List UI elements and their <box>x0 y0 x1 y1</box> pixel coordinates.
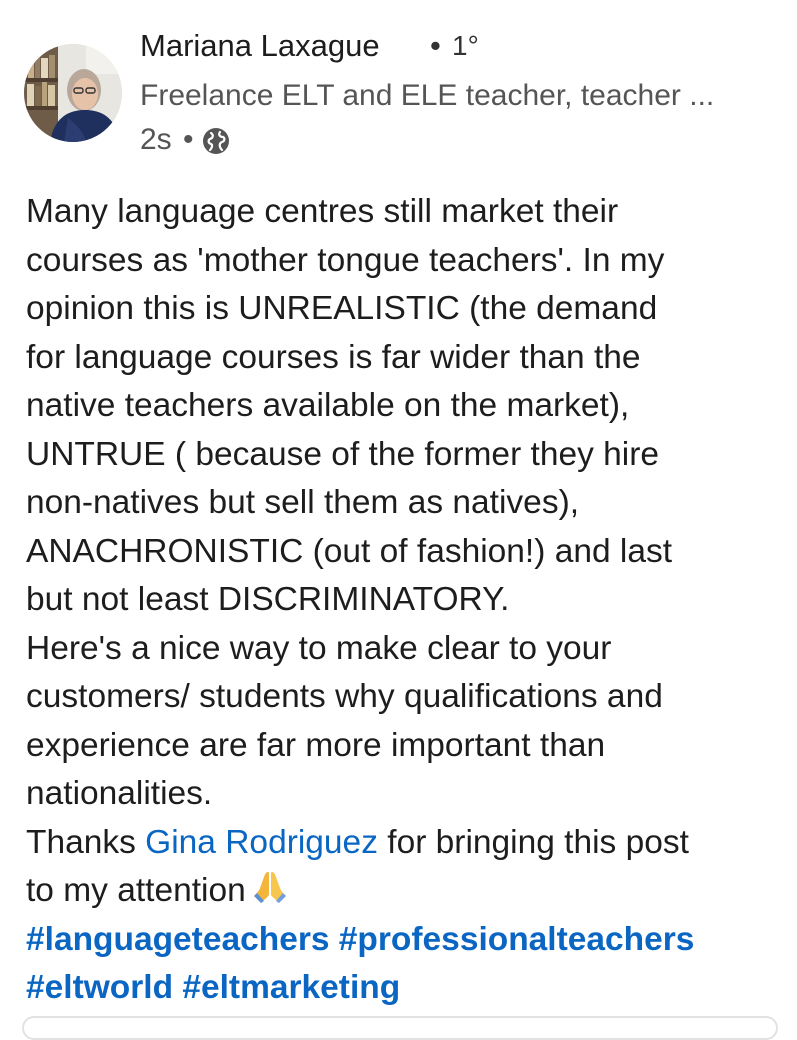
avatar-photo <box>24 44 122 142</box>
body-line: customers/ students why qualifications a… <box>26 678 663 715</box>
body-line: non-natives but sell them as natives), <box>26 484 580 521</box>
meta-separator-dot: • <box>183 123 194 156</box>
body-line: native teachers available on the market)… <box>26 387 630 424</box>
embedded-card-edge[interactable] <box>22 1016 778 1040</box>
globe-icon <box>202 127 230 155</box>
body-line: Here's a nice way to make clear to your <box>26 629 612 667</box>
hashtags-line: #languageteachers #professionalteachers <box>26 916 786 965</box>
post-time: 2s <box>140 123 172 156</box>
post-header: Mariana Laxague • 1° Freelance ELT and E… <box>0 0 797 170</box>
body-line: ANACHRONISTIC (out of fashion!) and last <box>26 532 673 570</box>
author-name[interactable]: Mariana Laxague <box>140 26 380 66</box>
body-line: opinion this is UNREALISTIC (the demand <box>26 290 658 327</box>
avatar[interactable] <box>24 44 122 142</box>
thanks-prefix: Thanks <box>26 823 146 861</box>
body-line: UNTRUE ( because of the former they hire <box>26 435 660 473</box>
thanks-line: Thanks Gina Rodriguez for bringing this … <box>26 819 786 868</box>
body-line: courses as 'mother tongue teachers'. In … <box>26 241 665 279</box>
thanks-suffix: for bringing this post <box>377 823 689 861</box>
folded-hands-icon <box>252 870 288 904</box>
connection-degree: 1° <box>452 30 479 61</box>
mention-link[interactable]: Gina Rodriguez <box>145 824 378 861</box>
body-line: experience are far more important than <box>26 726 606 764</box>
attention-line: to my attention <box>26 867 786 916</box>
post-body: Many language centres still market their… <box>26 188 786 1013</box>
body-line: but not least DISCRIMINATORY. <box>26 581 510 618</box>
hashtags-line: #eltworld #eltmarketing <box>26 964 786 1013</box>
hashtag-link[interactable]: #languageteachers #professionalteachers <box>26 921 694 958</box>
author-headline[interactable]: Freelance ELT and ELE teacher, teacher .… <box>140 76 714 116</box>
name-separator-dot: • <box>430 28 441 63</box>
body-line: nationalities. <box>26 775 213 812</box>
body-line: for language courses is far wider than t… <box>26 338 641 376</box>
attention-text: to my attention <box>26 872 246 909</box>
hashtag-link[interactable]: #eltworld #eltmarketing <box>26 969 400 1006</box>
body-line: Many language centres still market their <box>26 193 619 230</box>
